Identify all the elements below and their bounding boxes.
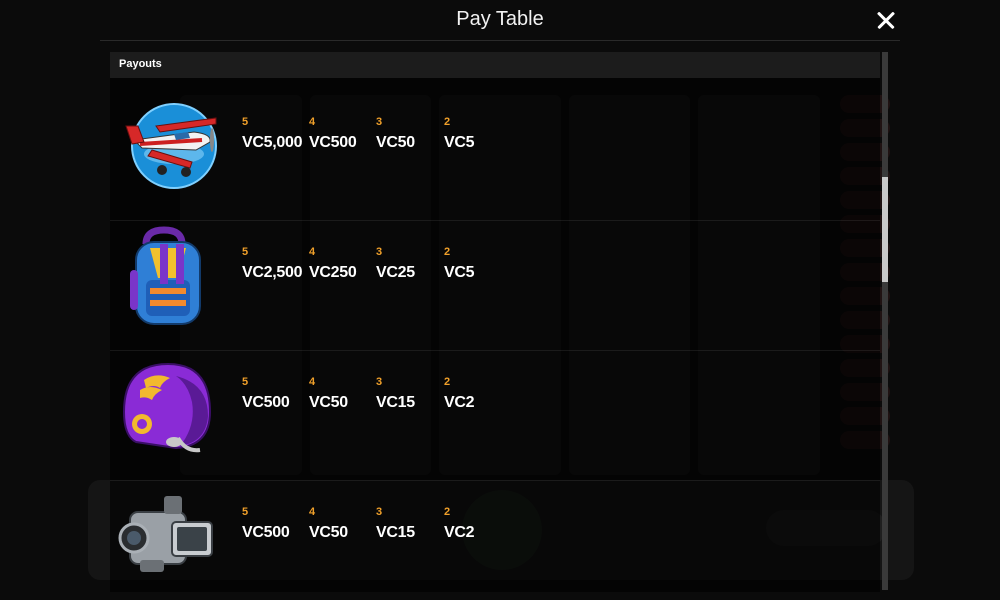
payout-5: 5 VC500 [242,506,312,542]
payout-count: 2 [444,246,451,258]
payout-5: 5 VC500 [242,376,312,412]
close-icon[interactable] [872,6,900,34]
payout-3: 3 VC15 [376,506,446,542]
payout-count: 3 [376,116,383,128]
payout-count: 5 [242,376,249,388]
scrollbar[interactable] [882,52,888,590]
payout-3: 3 VC50 [376,116,446,152]
payout-5: 5 VC5,000 [242,116,312,152]
airplane-symbol-icon [116,96,220,200]
payout-4: 4 VC50 [309,506,379,542]
payout-value: VC15 [376,524,415,541]
payout-value: VC500 [242,394,290,411]
payout-value: VC5 [444,134,475,151]
payout-row: 5 VC2,500 4 VC250 3 VC25 2 VC5 [110,222,880,351]
payout-value: VC5,000 [242,134,303,151]
payout-row: 5 VC500 4 VC50 3 VC15 2 VC2 [110,482,880,592]
payout-2: 2 VC2 [444,376,514,412]
payout-count: 4 [309,116,316,128]
payout-2: 2 VC2 [444,506,514,542]
payout-value: VC25 [376,264,415,281]
payout-count: 2 [444,506,451,518]
payout-value: VC50 [309,524,348,541]
payout-count: 3 [376,506,383,518]
payout-row: 5 VC500 4 VC50 3 VC15 2 VC2 [110,352,880,481]
backpack-symbol-icon [116,226,220,330]
payout-count: 4 [309,246,316,258]
payout-value: VC15 [376,394,415,411]
payout-value: VC2,500 [242,264,303,281]
payout-value: VC500 [242,524,290,541]
payout-4: 4 VC250 [309,246,379,282]
payout-value: VC5 [444,264,475,281]
paytable-header: Pay Table [100,0,900,41]
payout-4: 4 VC500 [309,116,379,152]
camcorder-symbol-icon [116,486,220,590]
paytable-panel: Payouts 5 VC5,000 4 VC500 3 VC50 2 VC5 5… [110,52,880,592]
payout-count: 3 [376,376,383,388]
payout-3: 3 VC25 [376,246,446,282]
payout-value: VC250 [309,264,357,281]
payout-count: 5 [242,246,249,258]
payout-count: 4 [309,506,316,518]
payout-count: 3 [376,246,383,258]
payout-5: 5 VC2,500 [242,246,312,282]
payout-row: 5 VC5,000 4 VC500 3 VC50 2 VC5 [110,92,880,221]
section-header: Payouts [110,52,880,78]
page-title: Pay Table [456,8,544,30]
payout-value: VC50 [309,394,348,411]
helmet-symbol-icon [116,356,220,460]
payout-count: 4 [309,376,316,388]
payout-count: 5 [242,506,249,518]
payout-2: 2 VC5 [444,246,514,282]
payout-value: VC2 [444,394,475,411]
scrollbar-thumb[interactable] [882,177,888,282]
payout-4: 4 VC50 [309,376,379,412]
payout-count: 2 [444,116,451,128]
payout-value: VC50 [376,134,415,151]
payout-2: 2 VC5 [444,116,514,152]
payout-count: 5 [242,116,249,128]
payout-value: VC500 [309,134,357,151]
section-label: Payouts [119,58,162,70]
payout-count: 2 [444,376,451,388]
payout-value: VC2 [444,524,475,541]
payout-3: 3 VC15 [376,376,446,412]
